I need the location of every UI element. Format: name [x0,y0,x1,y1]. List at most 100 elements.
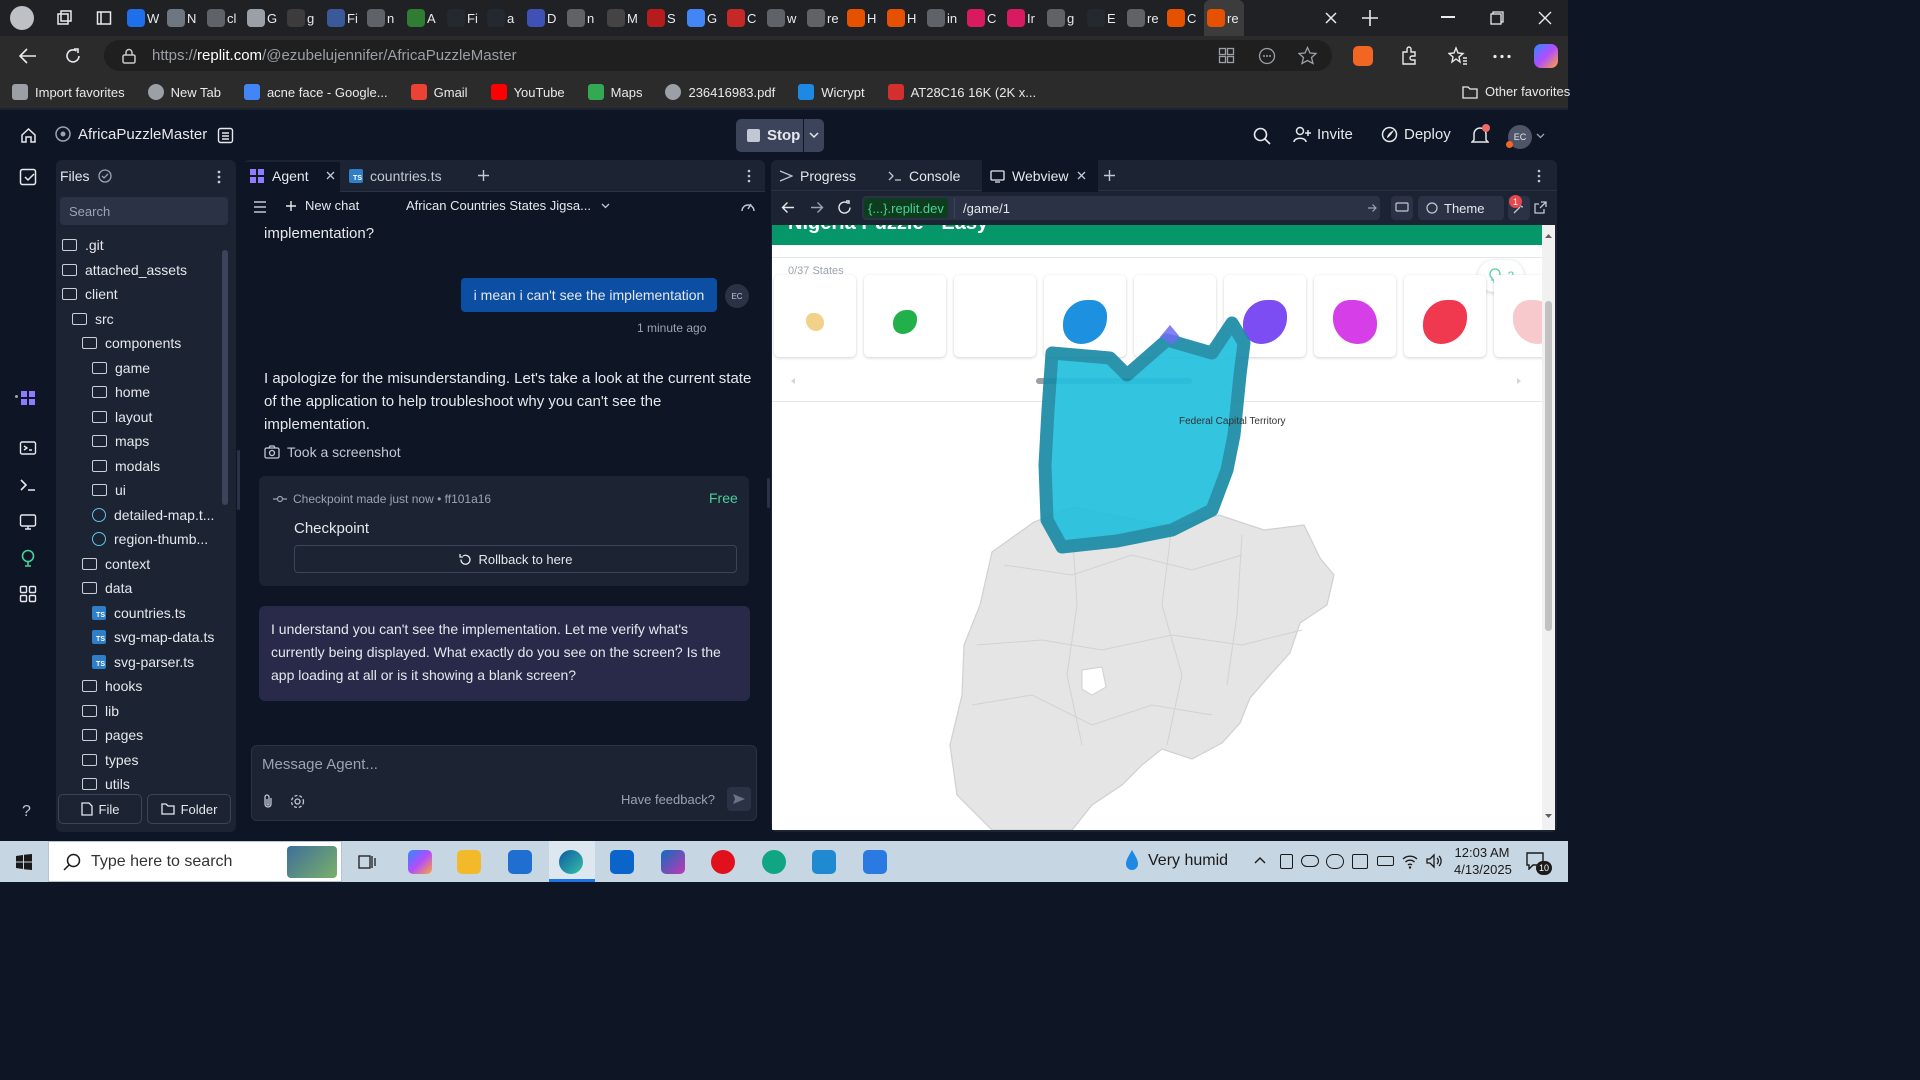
file-tree-item[interactable]: TS svg-map-data.ts [92,629,214,645]
invite-button[interactable]: Invite [1293,126,1353,143]
files-icon[interactable] [19,168,37,186]
go-arrow-icon[interactable] [1367,203,1377,213]
files-search-input[interactable]: Search [60,197,228,225]
browser-tab[interactable]: Ir [1004,0,1044,36]
close-icon[interactable] [326,171,335,180]
onedrive-icon[interactable] [1301,855,1319,867]
bookmark-item[interactable]: Maps [587,84,642,100]
chat-title-dropdown[interactable]: African Countries States Jigsa... [406,198,610,213]
panel-resize-handle[interactable] [237,450,240,510]
browser-tab[interactable]: Fi [444,0,484,36]
tab-actions-button[interactable] [84,0,124,36]
browser-tab[interactable]: C [724,0,764,36]
scroll-down-icon[interactable] [1544,813,1553,819]
chevron-down-icon[interactable] [1536,133,1545,139]
file-tree-item[interactable]: src [72,311,114,327]
arrow-left-icon[interactable] [781,201,795,214]
split-screen-icon[interactable] [1218,47,1235,64]
tab-countries-ts[interactable]: TS countries.ts [349,160,442,192]
browser-tab[interactable]: M [604,0,644,36]
page-scrollbar[interactable] [1542,225,1555,830]
console-icon[interactable] [19,476,37,494]
file-tree-item[interactable]: ui [92,482,126,498]
webview-icon[interactable] [19,513,37,531]
speedometer-icon[interactable] [740,199,756,213]
file-tree-item[interactable]: lib [82,703,119,719]
file-tree-item[interactable]: game [92,360,150,376]
reload-icon[interactable] [837,200,852,215]
file-tree-item[interactable]: pages [82,727,143,743]
profile-avatar[interactable] [0,0,44,36]
webview-url-bar[interactable]: {...}.replit.dev /game/1 [862,196,1380,220]
close-tab-button[interactable] [1322,9,1340,27]
deploy-button[interactable]: Deploy [1381,126,1451,143]
read-aloud-icon[interactable] [1258,47,1276,65]
workspaces-button[interactable] [44,0,84,36]
network-cloud-icon[interactable] [1326,854,1344,869]
meet-now-icon[interactable] [1280,854,1293,869]
metamask-extension-icon[interactable] [1353,46,1373,66]
close-icon[interactable] [1077,171,1086,180]
browser-tab[interactable]: Fi [324,0,364,36]
browser-tab[interactable]: re A [1204,0,1244,36]
file-tree-item[interactable]: modals [92,458,160,474]
file-tree-item[interactable]: maps [92,433,149,449]
new-chat-button[interactable]: New chat [285,198,359,213]
browser-tab[interactable]: N [164,0,204,36]
bookmark-item[interactable]: New Tab [147,84,221,100]
browser-tab[interactable]: A [404,0,444,36]
file-tree-item[interactable]: components [82,335,181,351]
close-window-button[interactable] [1538,11,1552,25]
volume-icon[interactable] [1425,853,1443,869]
file-tree-item[interactable]: detailed-map.t... [92,507,214,523]
file-tree-item[interactable]: context [82,556,150,572]
address-bar[interactable]: https://replit.com/@ezubelujennifer/Afri… [104,40,1332,71]
file-tree-item[interactable]: attached_assets [62,262,187,278]
deployments-icon[interactable] [19,549,37,567]
scroll-up-icon[interactable] [1544,233,1553,239]
shell-icon[interactable] [19,439,37,457]
send-button[interactable] [727,787,751,811]
bookmark-item[interactable]: AT28C16 16K (2K x... [887,84,1036,100]
stop-button[interactable]: Stop [736,119,824,152]
message-agent-input[interactable]: Message Agent... [262,756,378,773]
file-tree-item[interactable]: home [92,384,150,400]
browser-tab[interactable]: G [684,0,724,36]
file-tree-item[interactable]: data [82,580,132,596]
tab-agent[interactable]: Agent [249,160,309,192]
outlook-icon[interactable] [610,850,634,874]
weather-widget[interactable]: Very humid [1124,849,1228,873]
bookmark-item[interactable]: YouTube [490,84,565,100]
vscode-icon[interactable] [812,850,836,874]
project-name[interactable]: AfricaPuzzleMaster [54,125,207,143]
more-vertical-icon[interactable] [1537,169,1541,183]
m365-icon[interactable] [661,850,685,874]
panel-resize-handle[interactable] [767,478,770,508]
plus-icon[interactable] [477,169,490,182]
copilot-icon[interactable] [1534,44,1558,68]
wifi-icon[interactable] [1401,853,1419,869]
bookmark-item[interactable]: Gmail [410,84,468,100]
paperclip-icon[interactable] [262,794,275,809]
back-button[interactable] [18,46,38,66]
file-tree-item[interactable]: region-thumb... [92,531,208,547]
taskbar-search-box[interactable]: Type here to search [48,841,342,882]
arrow-right-icon[interactable] [810,201,824,214]
browser-tab[interactable]: C [964,0,1004,36]
home-icon[interactable] [20,127,37,144]
browser-tab[interactable]: G [244,0,284,36]
browser-tab[interactable]: g [284,0,324,36]
extensions-icon[interactable] [1399,46,1419,66]
app-store-a-icon[interactable] [863,850,887,874]
agent-icon[interactable] [19,389,37,407]
store-icon[interactable] [508,850,532,874]
browser-tab[interactable]: re [1124,0,1164,36]
bookmark-item[interactable]: Import favorites [12,84,125,100]
browser-tab[interactable]: g [1044,0,1084,36]
file-tree-item[interactable]: utils [82,776,130,792]
browser-tab[interactable]: cl [204,0,244,36]
file-explorer-icon[interactable] [457,850,481,874]
browser-tab[interactable]: W [124,0,164,36]
favorites-icon[interactable] [1448,46,1468,66]
tab-webview[interactable]: Webview [990,160,1069,192]
